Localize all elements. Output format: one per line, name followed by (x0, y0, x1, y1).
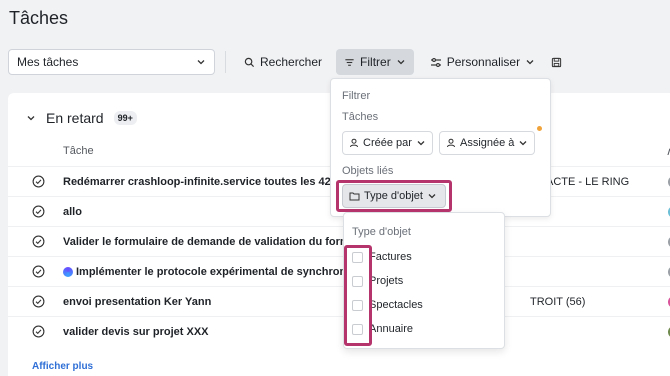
complete-task-icon[interactable] (32, 265, 45, 278)
chevron-down-icon (525, 57, 535, 67)
option-checkbox[interactable] (352, 299, 363, 311)
option-checkbox[interactable] (352, 323, 363, 335)
object-type-label: Type d'objet (364, 190, 423, 202)
task-linked-object: ACTE - LE RING (546, 175, 630, 188)
table-row[interactable]: envoi presentation Ker Yann TROIT (56) (8, 286, 670, 316)
option-label: Factures (369, 251, 412, 263)
filter-icon (344, 57, 355, 68)
customize-button-label: Personnaliser (446, 55, 521, 69)
option-label: Projets (369, 275, 404, 287)
user-icon (349, 138, 359, 148)
group-header-overdue[interactable]: En retard 99+ (26, 110, 137, 126)
table-row[interactable]: valider devis sur projet XXX (8, 316, 670, 346)
option-checkbox[interactable] (352, 275, 363, 287)
search-button[interactable]: Rechercher (236, 49, 330, 75)
object-type-dropdown-title: Type d'objet (352, 226, 411, 238)
task-name[interactable]: Redémarrer crashloop-infinite.service to… (63, 176, 344, 188)
assigned-to-filter[interactable]: Assignée à (439, 131, 536, 155)
toolbar-divider (225, 51, 226, 73)
option-checkbox[interactable] (352, 251, 363, 263)
chevron-down-icon (196, 57, 206, 67)
complete-task-icon[interactable] (32, 235, 45, 248)
object-type-dropdown: Type d'objet Factures Projets Spectacles An… (343, 212, 505, 349)
chevron-down-icon (427, 191, 437, 201)
chevron-down-icon (518, 138, 528, 148)
table-row[interactable]: Valider le formulaire de demande de vali… (8, 226, 670, 256)
sliders-icon (430, 57, 442, 68)
task-name[interactable]: valider devis sur projet XXX (63, 326, 209, 338)
column-header-task[interactable]: Tâche (63, 145, 94, 157)
filter-panel: Filtrer Tâches Créée par Assignée à Obje… (330, 78, 551, 217)
search-button-label: Rechercher (260, 55, 323, 69)
complete-task-icon[interactable] (32, 295, 45, 308)
filter-button-label: Filtrer (360, 55, 391, 69)
object-type-option[interactable]: Factures (352, 251, 412, 263)
complete-task-icon[interactable] (32, 175, 45, 188)
task-name[interactable]: Implémenter le protocole expérimental de… (76, 266, 355, 278)
object-type-option[interactable]: Projets (352, 275, 403, 287)
customize-button[interactable]: Personnaliser (422, 49, 543, 75)
complete-task-icon[interactable] (32, 205, 45, 218)
option-label: Annuaire (369, 323, 414, 335)
tasks-section-label: Tâches (342, 111, 379, 123)
created-by-filter[interactable]: Créée par (342, 131, 433, 155)
complete-task-icon[interactable] (32, 325, 45, 338)
active-filter-indicator (537, 126, 542, 131)
group-title: En retard (46, 110, 104, 126)
show-more-link[interactable]: Afficher plus (32, 361, 93, 372)
task-name[interactable]: allo (63, 206, 82, 218)
view-select-value: Mes tâches (17, 55, 79, 69)
chevron-down-icon[interactable] (26, 113, 36, 123)
page-title: Tâches (9, 8, 69, 28)
filter-panel-title: Filtrer (342, 90, 371, 102)
task-name[interactable]: Valider le formulaire de demande de vali… (63, 236, 359, 248)
task-name[interactable]: envoi presentation Ker Yann (63, 296, 211, 308)
save-icon (551, 57, 562, 68)
count-badge: 99+ (113, 111, 137, 125)
task-linked-object: TROIT (56) (530, 295, 586, 308)
chevron-down-icon (396, 57, 406, 67)
linked-objects-label: Objets liés (342, 165, 394, 177)
object-type-option[interactable]: Annuaire (352, 323, 413, 335)
assigned-to-label: Assignée à (460, 137, 515, 149)
option-label: Spectacles (369, 299, 423, 311)
user-icon (446, 138, 456, 148)
toolbar: Mes tâches Rechercher Filtrer Personnali… (8, 49, 570, 75)
save-view-button[interactable] (543, 49, 570, 75)
sync-icon (63, 266, 73, 277)
folder-icon (349, 191, 360, 201)
created-by-label: Créée par (363, 137, 412, 149)
search-icon (244, 57, 255, 68)
view-select[interactable]: Mes tâches (8, 49, 215, 75)
filter-button[interactable]: Filtrer (336, 49, 414, 75)
table-row[interactable]: Implémenter le protocole expérimental de… (8, 256, 670, 286)
object-type-option[interactable]: Spectacles (352, 299, 423, 311)
chevron-down-icon (416, 138, 426, 148)
column-header-sort-icon[interactable]: ∧ (666, 145, 670, 158)
object-type-filter[interactable]: Type d'objet (342, 184, 446, 208)
